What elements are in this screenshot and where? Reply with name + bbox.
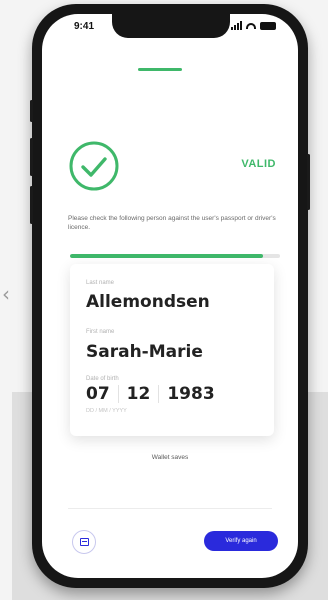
dob-format-label: DD / MM / YYYY — [86, 408, 127, 414]
first-name-value: Sarah-Marie — [86, 342, 203, 362]
dob-value: 07 12 1983 — [86, 384, 215, 404]
notch — [112, 14, 230, 38]
dob-label: Date of birth — [86, 376, 119, 382]
battery-icon — [260, 21, 276, 30]
volume-up-button — [30, 138, 33, 176]
checkmark-circle-icon — [69, 141, 119, 191]
dob-separator — [117, 385, 119, 403]
last-name-value: Allemondsen — [86, 292, 210, 312]
verify-again-button[interactable]: Verify again — [204, 531, 278, 551]
first-name-label: First name — [86, 329, 115, 335]
phone-screen: 9:41 VALID Please check the following pe… — [42, 14, 298, 578]
progress-bar — [70, 254, 280, 258]
dob-day: 07 — [86, 384, 110, 404]
card-icon — [79, 538, 89, 546]
instruction-text: Please check the following person agains… — [68, 215, 276, 231]
chevron-left-icon: ‹ — [2, 282, 10, 306]
phone-frame: 9:41 VALID Please check the following pe… — [30, 4, 310, 588]
dob-separator — [158, 385, 160, 403]
card-menu-button[interactable] — [72, 530, 96, 554]
wallet-link[interactable]: Wallet saves — [42, 454, 298, 461]
dob-year: 1983 — [167, 384, 215, 404]
dob-month: 12 — [126, 384, 151, 404]
power-button — [307, 154, 310, 210]
status-badge: VALID — [241, 158, 276, 170]
identity-card: Last name Allemondsen First name Sarah-M… — [70, 264, 274, 436]
sheet-handle[interactable] — [138, 68, 182, 71]
status-icons — [231, 21, 276, 30]
volume-down-button — [30, 186, 33, 224]
status-time: 9:41 — [74, 21, 95, 32]
last-name-label: Last name — [86, 280, 115, 286]
divider — [68, 508, 272, 509]
progress-fill — [70, 254, 264, 258]
mute-switch — [30, 100, 33, 122]
signal-icon — [231, 21, 242, 30]
wifi-icon — [246, 22, 256, 29]
